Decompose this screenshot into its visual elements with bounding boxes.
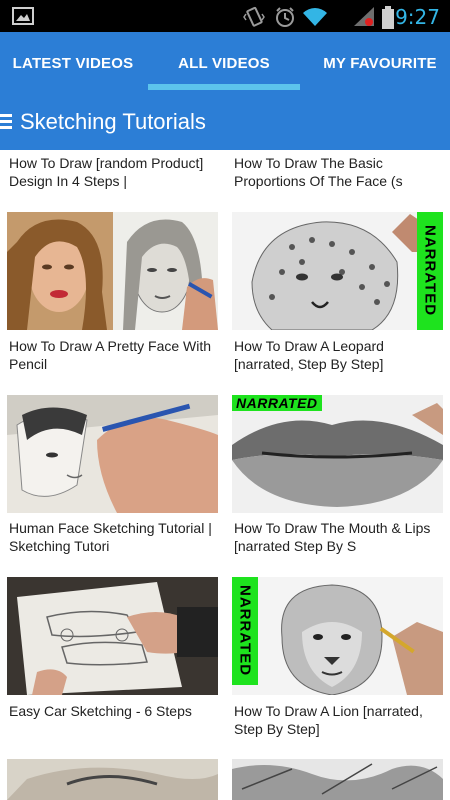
video-title[interactable]: How To Draw The Mouth & Lips [narrated S… xyxy=(234,519,439,555)
alarm-clock-icon xyxy=(274,6,296,33)
video-thumbnail[interactable] xyxy=(7,212,218,330)
video-title[interactable]: Human Face Sketching Tutorial | Sketchin… xyxy=(9,519,214,555)
video-title[interactable]: How To Draw A Lion [narrated, Step By St… xyxy=(234,702,439,738)
video-title[interactable]: How To Draw A Leopard [narrated, Step By… xyxy=(234,337,439,373)
video-title[interactable]: How To Draw The Basic Proportions Of The… xyxy=(234,154,439,190)
video-thumbnail[interactable] xyxy=(232,759,443,800)
clock-time: 9:27 xyxy=(395,5,440,29)
action-bar: Sketching Tutorials xyxy=(0,94,450,150)
video-thumbnail[interactable] xyxy=(7,577,218,695)
picture-notification-icon xyxy=(12,7,34,25)
video-thumbnail[interactable] xyxy=(7,759,218,800)
tab-latest-videos[interactable]: LATEST VIDEOS xyxy=(0,32,146,94)
page-title: Sketching Tutorials xyxy=(20,109,206,134)
video-title[interactable]: How To Draw [random Product] Design In 4… xyxy=(9,154,214,190)
battery-icon xyxy=(381,6,395,35)
signal-icon xyxy=(352,6,376,33)
video-title[interactable]: How To Draw A Pretty Face With Pencil xyxy=(9,337,214,373)
selected-tab-indicator xyxy=(148,84,300,90)
narrated-badge: NARRATED xyxy=(232,395,322,411)
video-title[interactable]: Easy Car Sketching - 6 Steps xyxy=(9,702,214,738)
video-thumbnail[interactable]: NARRATED xyxy=(232,395,443,513)
wifi-icon xyxy=(302,6,328,33)
narrated-badge: NARRATED xyxy=(417,212,443,330)
vibrate-icon xyxy=(243,6,265,33)
video-thumbnail[interactable] xyxy=(7,395,218,513)
status-bar: 9:27 xyxy=(0,0,450,32)
video-thumbnail[interactable]: NARRATED xyxy=(232,212,443,330)
video-thumbnail[interactable]: NARRATED xyxy=(232,577,443,695)
tab-my-favourite[interactable]: MY FAVOURITE xyxy=(310,32,450,94)
hamburger-menu-icon[interactable] xyxy=(0,114,12,130)
tab-bar: LATEST VIDEOS ALL VIDEOS MY FAVOURITE xyxy=(0,32,450,94)
narrated-badge: NARRATED xyxy=(232,577,258,685)
